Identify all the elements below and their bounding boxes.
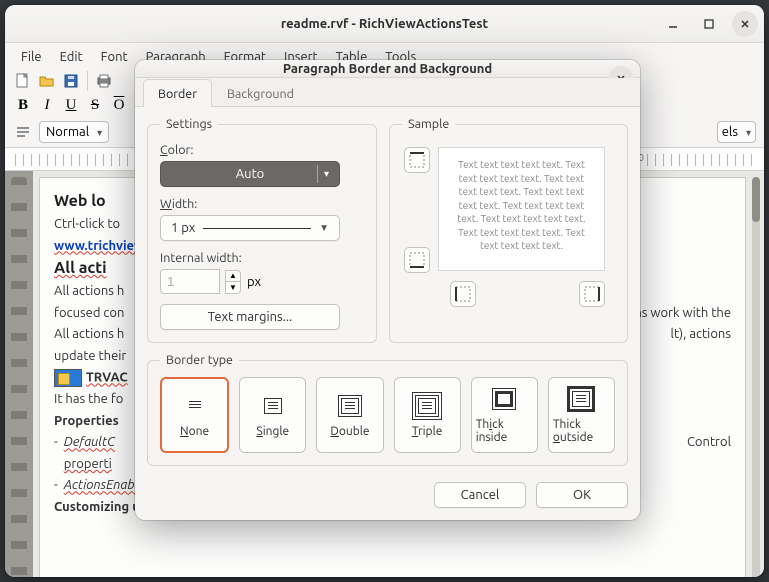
dialog-titlebar: Paragraph Border and Background xyxy=(135,60,640,78)
maximize-button[interactable] xyxy=(696,11,722,37)
print-icon[interactable] xyxy=(94,71,114,91)
border-type-label: None xyxy=(180,425,209,438)
text-margins-button[interactable]: Text margins... xyxy=(160,304,340,330)
border-type-icon xyxy=(181,395,209,417)
close-button[interactable] xyxy=(732,11,758,37)
bold-button[interactable]: B xyxy=(13,95,33,115)
component-icon xyxy=(54,369,82,387)
width-value: 1 px xyxy=(171,221,195,235)
main-title: readme.rvf - RichViewActionsTest xyxy=(281,17,488,31)
border-type-legend: Border type xyxy=(160,353,239,367)
heading: Web lo xyxy=(54,192,106,210)
tab-background[interactable]: Background xyxy=(212,79,309,107)
underline-button[interactable]: U xyxy=(61,95,81,115)
body-text: TRVAC xyxy=(86,371,128,385)
color-picker[interactable]: Auto xyxy=(160,161,340,187)
border-type-label: Thick outside xyxy=(553,418,610,444)
list-item: properti xyxy=(64,457,112,471)
border-type-single[interactable]: Single xyxy=(239,377,306,453)
settings-group: Settings Color: Auto Width: 1 px ▼ Inter… xyxy=(147,117,377,343)
border-bottom-toggle[interactable] xyxy=(404,247,430,273)
sample-group: Sample Text text text text t xyxy=(389,117,628,343)
border-type-triple[interactable]: Triple xyxy=(394,377,461,453)
border-type-group: Border type None Single Double Triple Thick … xyxy=(147,353,628,466)
border-type-icon xyxy=(567,388,595,410)
body-text: ons work with the xyxy=(627,305,731,323)
menu-edit[interactable]: Edit xyxy=(52,47,91,67)
strike-button[interactable]: S xyxy=(85,95,105,115)
paragraph-icon[interactable] xyxy=(13,122,33,142)
border-type-none[interactable]: None xyxy=(160,377,229,453)
chevron-down-icon xyxy=(317,165,335,183)
body-text: All actions h xyxy=(54,284,124,298)
border-type-double[interactable]: Double xyxy=(316,377,383,453)
border-type-icon xyxy=(336,395,364,417)
body-text: Ctrl-click to xyxy=(54,217,120,231)
heading: All acti xyxy=(54,259,107,277)
dialog-title: Paragraph Border and Background xyxy=(283,62,492,76)
body-text: All actions h xyxy=(54,326,124,344)
list-item: DefaultC xyxy=(64,434,115,452)
border-top-toggle[interactable] xyxy=(404,147,430,173)
color-label: Color: xyxy=(160,143,364,157)
sample-legend: Sample xyxy=(402,117,455,131)
ok-button[interactable]: OK xyxy=(536,482,628,508)
scrollbar-thumb[interactable] xyxy=(752,177,760,222)
new-icon[interactable] xyxy=(13,71,33,91)
spin-up[interactable]: ▲ xyxy=(225,270,241,282)
body-text: update their xyxy=(54,349,126,363)
dialog-tabs: Border Background xyxy=(135,78,640,107)
unit-combo[interactable]: els xyxy=(717,121,756,143)
chevron-down-icon xyxy=(746,125,751,139)
sample-text: Text text text text text. Text text text… xyxy=(451,158,592,253)
border-left-toggle[interactable] xyxy=(450,281,476,307)
border-type-label: Double xyxy=(330,425,369,438)
body-text: lt), actions xyxy=(671,326,731,344)
menu-file[interactable]: File xyxy=(13,47,50,67)
open-icon[interactable] xyxy=(37,71,57,91)
body-text: Properties xyxy=(54,414,119,428)
border-type-thkout[interactable]: Thick outside xyxy=(548,377,615,453)
unit-combo-value: els xyxy=(722,125,738,139)
border-type-label: Triple xyxy=(412,425,443,438)
spin-down[interactable]: ▼ xyxy=(225,282,241,294)
divider xyxy=(87,71,88,91)
dialog-footer: Cancel OK xyxy=(135,474,640,520)
line-preview xyxy=(203,228,311,229)
border-type-label: Thick inside xyxy=(476,418,533,444)
border-type-icon xyxy=(413,395,441,417)
chevron-down-icon xyxy=(97,125,102,139)
save-icon[interactable] xyxy=(61,71,81,91)
settings-legend: Settings xyxy=(160,117,218,131)
cancel-button[interactable]: Cancel xyxy=(434,482,526,508)
hyperlink[interactable]: www.trichview xyxy=(54,239,144,253)
sample-preview: Text text text text text. Text text text… xyxy=(438,147,605,271)
main-titlebar: readme.rvf - RichViewActionsTest xyxy=(5,5,764,43)
width-combo[interactable]: 1 px ▼ xyxy=(160,215,340,241)
border-type-icon xyxy=(490,388,518,410)
overline-button[interactable]: O xyxy=(109,95,129,115)
style-combo[interactable]: Normal xyxy=(39,121,109,143)
minimize-button[interactable] xyxy=(660,11,686,37)
width-label: Width: xyxy=(160,197,364,211)
internal-width-label: Internal width: xyxy=(160,251,364,265)
body-text: Control xyxy=(687,434,731,452)
spiral-binding xyxy=(5,171,33,577)
italic-button[interactable]: I xyxy=(37,95,57,115)
menu-font[interactable]: Font xyxy=(93,47,136,67)
color-value: Auto xyxy=(236,167,265,181)
border-type-label: Single xyxy=(256,425,289,438)
border-type-icon xyxy=(259,395,287,417)
internal-width-unit: px xyxy=(247,275,261,289)
body-text: focused con xyxy=(54,305,124,323)
style-combo-value: Normal xyxy=(46,125,89,139)
border-right-toggle[interactable] xyxy=(579,281,605,307)
tab-border[interactable]: Border xyxy=(143,79,212,107)
border-type-thkin[interactable]: Thick inside xyxy=(471,377,538,453)
border-background-dialog: Paragraph Border and Background Border B… xyxy=(135,60,640,520)
vertical-scrollbar[interactable] xyxy=(752,177,760,577)
body-text: It has the fo xyxy=(54,392,123,406)
internal-width-input[interactable] xyxy=(160,269,220,294)
